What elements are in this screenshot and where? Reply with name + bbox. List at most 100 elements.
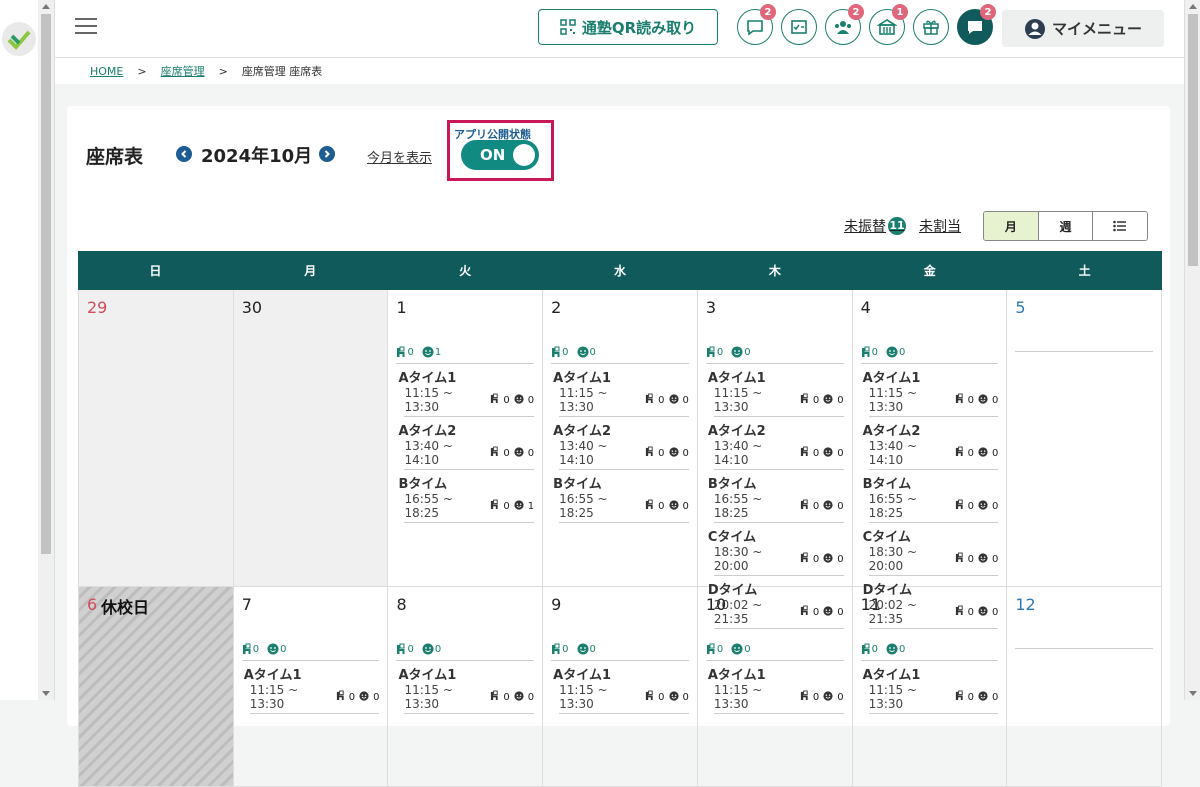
time-slot[interactable]: Aタイム1 11:15 ~ 13:30 0 0 xyxy=(396,664,535,714)
scroll-up-icon[interactable] xyxy=(42,4,50,9)
seat-icon xyxy=(490,393,499,407)
day-summary: 00 xyxy=(860,346,999,364)
slot-seat-count: 0 xyxy=(348,691,356,703)
qr-scan-button[interactable]: 通塾QR読み取り xyxy=(538,9,718,45)
seat-icon xyxy=(396,643,406,655)
time-slot[interactable]: Bタイム 16:55 ~ 18:25 0 0 xyxy=(861,473,999,523)
student-icon xyxy=(668,690,679,704)
calendar-day-cell[interactable]: 8 0 0 Aタイム1 11:15 ~ 13:30 0 0 xyxy=(388,587,544,787)
student-icon xyxy=(422,643,434,655)
day-summary: 00 xyxy=(551,346,689,364)
seat-icon xyxy=(645,393,654,407)
calendar-day-cell[interactable]: 7 0 0 Aタイム1 11:15 ~ 13:30 0 0 xyxy=(233,587,389,787)
week-view-button[interactable]: 週 xyxy=(1038,212,1094,240)
hamburger-menu-icon[interactable] xyxy=(75,18,97,36)
calendar-day-cell[interactable]: 6 休校日 xyxy=(79,587,234,787)
app-publish-toggle[interactable]: ON xyxy=(461,140,539,170)
slot-name: Aタイム2 xyxy=(553,424,612,439)
time-slot[interactable]: Aタイム1 11:15 ~ 13:30 0 0 xyxy=(861,664,999,714)
slot-seat-count: 0 xyxy=(967,691,974,703)
calendar-day-cell[interactable]: 10 0 0 Aタイム1 11:15 ~ 13:30 0 0 xyxy=(697,587,853,787)
breadcrumb-seat-management[interactable]: 座席管理 xyxy=(161,63,205,79)
time-slot[interactable]: Cタイム 18:30 ~ 20:00 0 0 xyxy=(706,526,844,576)
day-number: 5 xyxy=(1015,298,1026,317)
day-summary: 00 xyxy=(705,346,844,364)
day-summary: 00 xyxy=(705,643,844,661)
calendar-day-cell[interactable]: 30 xyxy=(233,290,389,587)
time-slot[interactable]: Aタイム1 11:15 ~ 13:30 0 0 xyxy=(242,664,380,714)
slot-detail: 16:55 ~ 18:25 0 0 xyxy=(868,492,999,523)
time-slot[interactable]: Cタイム 18:30 ~ 20:00 0 0 xyxy=(861,526,999,576)
unassigned-link[interactable]: 未振替 11 xyxy=(844,216,906,236)
time-slot[interactable]: Aタイム1 11:15 ~ 13:30 0 0 xyxy=(706,367,844,417)
time-slot[interactable]: Aタイム1 11:15 ~ 13:30 0 0 xyxy=(551,664,689,714)
calendar-day-cell[interactable]: 5 xyxy=(1007,290,1163,587)
slot-counts: 00 xyxy=(645,499,689,513)
scroll-thumb[interactable] xyxy=(1188,14,1198,266)
page-scrollbar[interactable] xyxy=(1184,0,1200,700)
slot-seat-count: 0 xyxy=(812,447,820,459)
left-rail xyxy=(0,0,39,700)
time-slot[interactable]: Bタイム 16:55 ~ 18:25 0 0 xyxy=(551,473,689,523)
breadcrumb-home[interactable]: HOME xyxy=(90,65,123,78)
time-slot[interactable]: Bタイム 16:55 ~ 18:25 0 1 xyxy=(396,473,535,523)
my-menu-button[interactable]: マイメニュー xyxy=(1002,10,1164,47)
chevron-right-icon xyxy=(324,150,330,158)
time-slot[interactable]: Aタイム2 13:40 ~ 14:10 0 0 xyxy=(551,420,689,470)
slot-seat-count: 0 xyxy=(967,394,974,406)
slot-counts: 00 xyxy=(336,690,379,704)
seat-count-value: 0 xyxy=(716,346,724,358)
seat-icon xyxy=(800,446,809,460)
app-logo-icon[interactable] xyxy=(2,22,36,56)
calendar-day-cell[interactable]: 4 0 0 Aタイム1 11:15 ~ 13:30 0 0 Aタイム2 13:40 ~ 14:1… xyxy=(852,290,1008,629)
prev-month-button[interactable] xyxy=(176,146,192,162)
slot-student-count: 0 xyxy=(991,394,999,406)
calendar-day-cell[interactable]: 11 0 0 Aタイム1 11:15 ~ 13:30 0 0 xyxy=(852,587,1008,787)
time-slot[interactable]: Aタイム1 11:15 ~ 13:30 0 0 xyxy=(861,367,999,417)
time-slot[interactable]: Aタイム2 13:40 ~ 14:10 0 0 xyxy=(396,420,535,470)
school-button[interactable]: 1 xyxy=(869,4,908,45)
calendar-day-cell[interactable]: 1 0 1 Aタイム1 11:15 ~ 13:30 0 0 Aタイム2 13:40 ~ 14:1… xyxy=(388,290,544,587)
time-slot[interactable]: Aタイム1 11:15 ~ 13:30 0 0 xyxy=(706,664,844,714)
gift-icon xyxy=(923,20,939,35)
month-view-button[interactable]: 月 xyxy=(984,212,1039,240)
time-slot[interactable]: Aタイム1 11:15 ~ 13:30 0 0 xyxy=(396,367,535,417)
next-month-button[interactable] xyxy=(319,146,335,162)
student-count-value: 0 xyxy=(898,346,906,358)
unallocated-link[interactable]: 未割当 xyxy=(919,216,961,236)
time-slot[interactable]: Aタイム1 11:15 ~ 13:30 0 0 xyxy=(551,367,689,417)
gift-button[interactable] xyxy=(913,9,949,45)
calendar-day-cell[interactable]: 3 0 0 Aタイム1 11:15 ~ 13:30 0 0 Aタイム2 13:40 ~ 14:1… xyxy=(697,290,853,629)
slot-detail: 13:40 ~ 14:10 0 0 xyxy=(868,439,999,470)
slot-detail: 11:15 ~ 13:30 0 0 xyxy=(404,683,535,714)
calendar-day-cell[interactable]: 12 xyxy=(1007,587,1163,787)
time-slot[interactable]: Aタイム2 13:40 ~ 14:10 0 0 xyxy=(706,420,844,470)
calendar-day-cell[interactable]: 9 0 0 Aタイム1 11:15 ~ 13:30 0 0 xyxy=(543,587,698,787)
show-this-month-link[interactable]: 今月を表示 xyxy=(367,147,432,166)
scroll-thumb[interactable] xyxy=(41,14,51,554)
scroll-down-icon[interactable] xyxy=(1189,691,1197,696)
time-slot[interactable]: Bタイム 16:55 ~ 18:25 0 0 xyxy=(706,473,844,523)
slot-student-count: 0 xyxy=(527,447,535,459)
student-icon xyxy=(978,446,988,460)
slot-student-count: 0 xyxy=(682,691,689,703)
calendar-day-cell[interactable]: 2 0 0 Aタイム1 11:15 ~ 13:30 0 0 Aタイム2 13:40 ~ 14:1… xyxy=(543,290,698,587)
group-button[interactable]: 2 xyxy=(825,4,864,45)
scroll-down-icon[interactable] xyxy=(42,691,50,696)
slot-time: 16:55 ~ 18:25 xyxy=(868,492,918,520)
chat-button[interactable]: 2 xyxy=(737,4,776,45)
slot-counts: 00 xyxy=(490,446,534,460)
slot-student-count: 0 xyxy=(991,500,999,512)
slot-counts: 00 xyxy=(645,446,689,460)
scroll-up-icon[interactable] xyxy=(1189,4,1197,9)
list-view-button[interactable] xyxy=(1093,212,1147,240)
student-count-value: 0 xyxy=(744,346,751,358)
divider xyxy=(1015,648,1154,649)
message-button[interactable]: 2 xyxy=(957,4,996,45)
checklist-button[interactable] xyxy=(781,9,817,45)
slot-seat-count: 0 xyxy=(658,394,665,406)
time-slot[interactable]: Aタイム2 13:40 ~ 14:10 0 0 xyxy=(861,420,999,470)
calendar-day-cell[interactable]: 29 xyxy=(79,290,234,587)
seat-count-value: 0 xyxy=(252,643,260,655)
sidebar-scrollbar[interactable] xyxy=(38,0,55,700)
